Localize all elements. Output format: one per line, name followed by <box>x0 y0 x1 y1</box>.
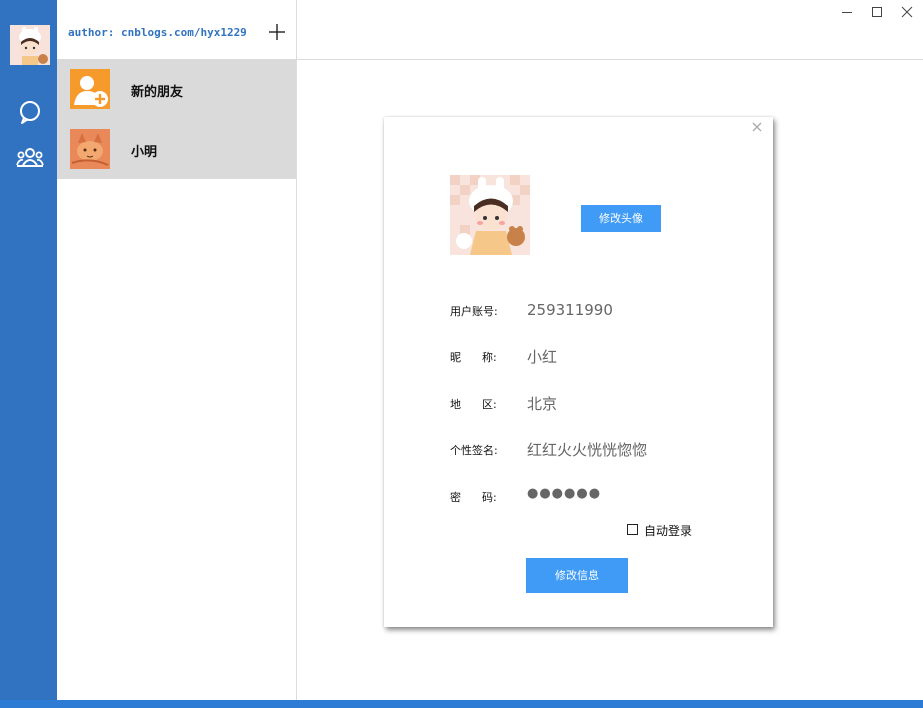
window-close-icon[interactable] <box>899 4 915 20</box>
dialog-close-icon[interactable] <box>750 119 764 133</box>
add-friend-icon <box>70 69 110 109</box>
signature-label: 个性签名: <box>450 444 498 457</box>
auto-login-label: 自动登录 <box>644 524 693 538</box>
window-bottom-border <box>0 700 923 708</box>
checkbox-icon[interactable] <box>627 524 638 535</box>
title-bar <box>297 0 923 60</box>
profile-dialog: 修改头像 用户账号: 259311990 昵 称: 小红 地 区: 北京 个性签… <box>384 117 773 627</box>
modify-info-button[interactable]: 修改信息 <box>526 558 628 593</box>
change-avatar-button[interactable]: 修改头像 <box>581 205 661 232</box>
nickname-label: 昵 称: <box>450 351 497 364</box>
contact-avatar <box>70 129 110 169</box>
account-label: 用户账号: <box>450 305 498 318</box>
region-label: 地 区: <box>450 398 497 411</box>
contact-list: 新的朋友 小明 <box>57 59 296 179</box>
chat-app-window: author: cnblogs.com/hyx1229 新的朋友 小明 修改头像… <box>0 0 923 708</box>
chat-icon[interactable] <box>17 99 43 125</box>
account-value: 259311990 <box>527 301 613 319</box>
password-label: 密 码: <box>450 491 497 504</box>
author-label: author: cnblogs.com/hyx1229 <box>68 26 247 39</box>
region-value: 北京 <box>527 395 558 413</box>
contact-name: 小明 <box>131 145 158 160</box>
contact-item-xiaoming[interactable]: 小明 <box>57 119 296 179</box>
user-avatar[interactable] <box>10 25 50 65</box>
left-nav-bar <box>0 0 57 708</box>
profile-avatar <box>450 175 530 255</box>
nickname-value: 小红 <box>527 348 558 366</box>
contact-item-new-friends[interactable]: 新的朋友 <box>57 59 296 119</box>
maximize-icon[interactable] <box>869 4 885 20</box>
contacts-panel: author: cnblogs.com/hyx1229 新的朋友 小明 <box>57 0 297 700</box>
signature-value: 红红火火恍恍惚惚 <box>527 441 648 459</box>
minimize-icon[interactable] <box>839 4 855 20</box>
add-icon[interactable] <box>267 22 287 42</box>
contact-name: 新的朋友 <box>131 85 184 100</box>
password-value: ●●●●●● <box>527 486 602 501</box>
contacts-icon[interactable] <box>16 146 44 172</box>
side-header: author: cnblogs.com/hyx1229 <box>57 0 296 59</box>
